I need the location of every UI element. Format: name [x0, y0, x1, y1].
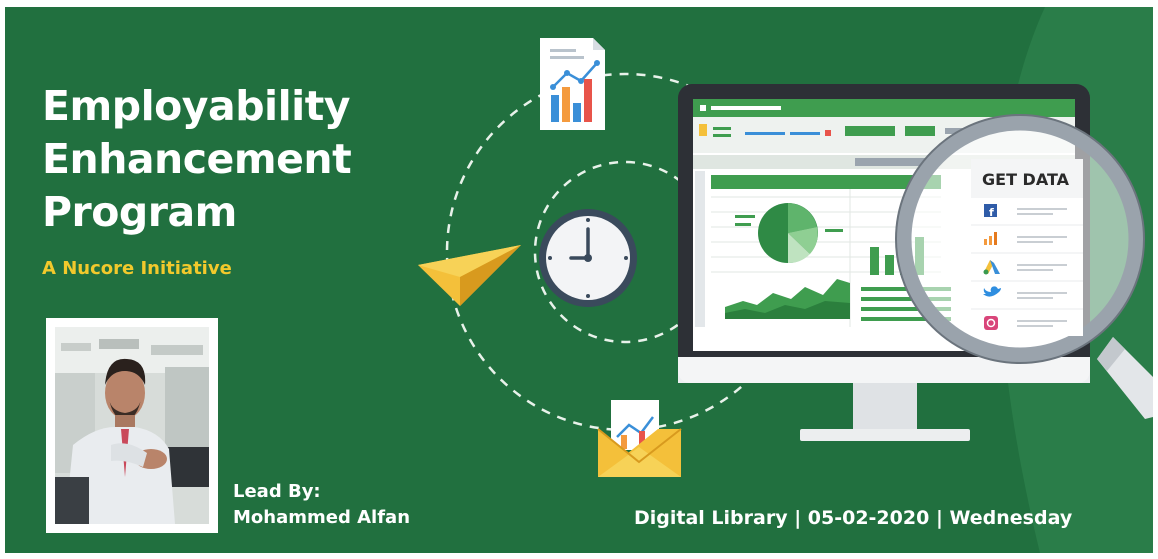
lead-name: Mohammed Alfan	[233, 507, 411, 528]
facebook-icon: f	[984, 204, 997, 219]
clock-icon	[539, 209, 637, 307]
event-weekday: Wednesday	[949, 507, 1073, 529]
speaker-photo	[55, 327, 209, 524]
paper-plane-icon	[418, 245, 521, 306]
event-date: 05-02-2020	[807, 507, 930, 529]
title-line-2: Enhancement	[42, 135, 352, 183]
event-separator-1: |	[787, 507, 808, 529]
event-separator-2: |	[929, 507, 950, 529]
get-data-heading: GET DATA	[982, 170, 1070, 189]
event-location: Digital Library	[634, 507, 788, 529]
title-line-1: Employability	[42, 82, 351, 130]
title-line-3: Program	[42, 188, 237, 236]
lead-label: Lead By:	[233, 481, 321, 502]
svg-text:f: f	[989, 206, 994, 219]
report-document-icon	[540, 38, 605, 130]
instagram-icon	[984, 316, 998, 330]
event-details: Digital Library | 05-02-2020 | Wednesday	[634, 507, 1072, 529]
subtitle: A Nucore Initiative	[42, 258, 232, 279]
event-banner: f Employability Enhancement Program A Nu…	[5, 7, 1153, 553]
envelope-report-icon	[597, 400, 682, 477]
speaker-photo-frame	[46, 318, 218, 533]
